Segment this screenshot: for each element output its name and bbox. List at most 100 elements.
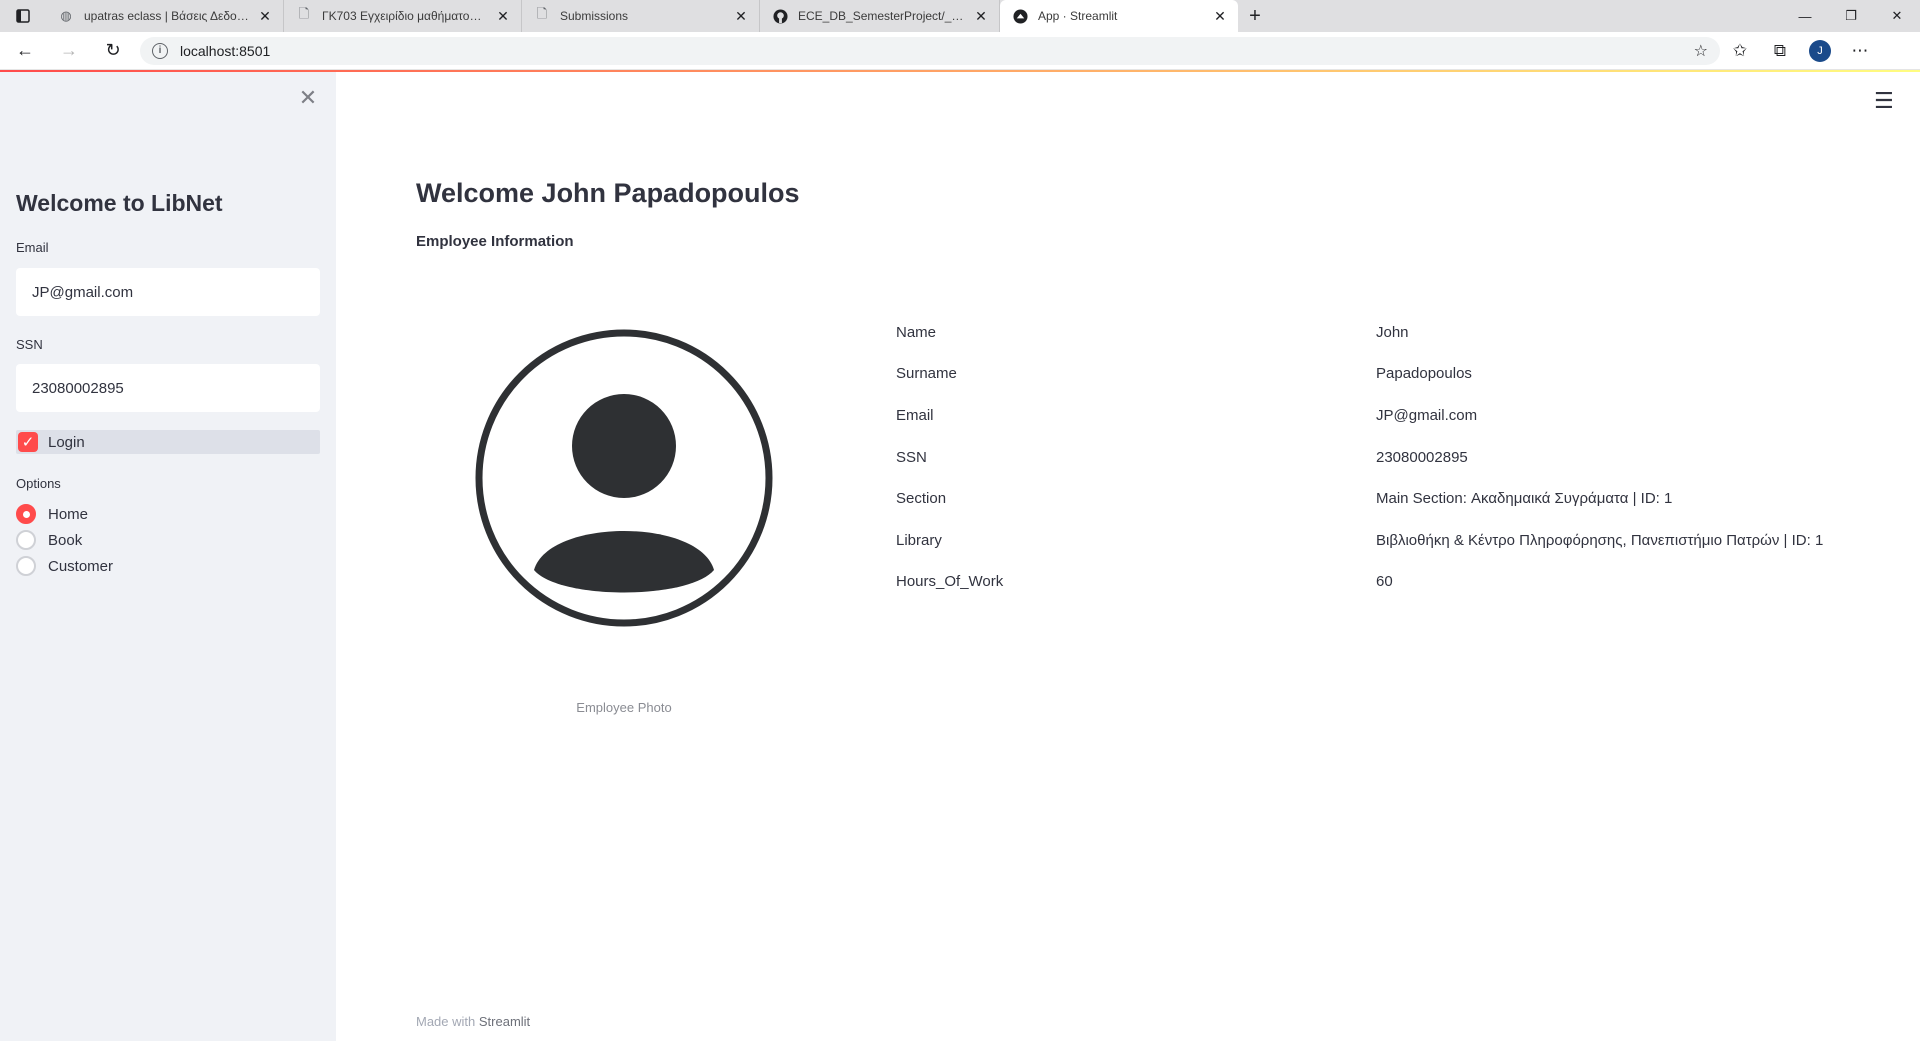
radio-label: Book xyxy=(48,531,83,549)
info-row-name: Name John xyxy=(896,324,1896,346)
sidebar: ✕ Welcome to LibNet Email SSN ✓ Login Op… xyxy=(0,72,336,1041)
main-menu-button[interactable]: ☰ xyxy=(1874,88,1894,114)
tab-title: App · Streamlit xyxy=(1038,9,1118,23)
browser-tab-1[interactable]: ◍ upatras eclass | Βάσεις Δεδομένων ✕ xyxy=(46,0,284,32)
radio-icon xyxy=(16,556,36,576)
sidebar-title: Welcome to LibNet xyxy=(16,190,223,216)
info-key: Section xyxy=(896,490,947,507)
tab-title: ΓΚ703 Εγχειρίδιο μαθήματος 2022 xyxy=(322,9,487,23)
checkmark-icon: ✓ xyxy=(18,432,38,452)
minimize-button[interactable]: — xyxy=(1782,0,1828,32)
more-icon: ⋯ xyxy=(1851,40,1869,60)
page-title: Welcome John Papadopoulos xyxy=(416,178,800,208)
new-tab-button[interactable]: + xyxy=(1238,0,1272,32)
close-window-button[interactable]: ✕ xyxy=(1874,0,1920,32)
login-checkbox[interactable]: ✓ Login xyxy=(16,430,320,454)
browser-tab-5-active[interactable]: App · Streamlit ✕ xyxy=(1000,0,1238,32)
restore-button[interactable]: ❐ xyxy=(1828,0,1874,32)
browser-tab-3[interactable]: 🗋 Submissions ✕ xyxy=(522,0,760,32)
info-row-library: Library Βιβλιοθήκη & Κέντρο Πληροφόρησης… xyxy=(896,532,1896,554)
ssn-label: SSN xyxy=(16,337,43,352)
footer: Made with Streamlit xyxy=(416,1014,530,1029)
radio-option-home[interactable]: Home xyxy=(16,504,88,524)
plus-icon: + xyxy=(1249,4,1261,27)
tab-title: Submissions xyxy=(560,9,629,23)
window-controls: — ❐ ✕ xyxy=(1782,0,1920,32)
info-row-surname: Surname Papadopoulos xyxy=(896,365,1896,387)
radio-option-customer[interactable]: Customer xyxy=(16,556,113,576)
login-label: Login xyxy=(48,433,85,451)
section-subtitle: Employee Information xyxy=(416,233,574,250)
minimize-icon: — xyxy=(1798,8,1812,24)
hamburger-icon: ☰ xyxy=(1874,88,1894,113)
info-key: Surname xyxy=(896,365,957,382)
options-label: Options xyxy=(16,476,61,491)
info-value: 60 xyxy=(1376,573,1393,590)
close-icon[interactable]: ✕ xyxy=(733,8,749,24)
github-icon xyxy=(772,8,788,24)
radio-label: Customer xyxy=(48,557,114,575)
radio-option-book[interactable]: Book xyxy=(16,530,82,550)
more-button[interactable]: ⋯ xyxy=(1840,35,1880,67)
restore-icon: ❐ xyxy=(1845,8,1857,23)
photo-caption: Employee Photo xyxy=(576,700,672,715)
info-key: SSN xyxy=(896,449,927,466)
profile-button[interactable]: J xyxy=(1800,35,1840,67)
page-icon: 🗋 xyxy=(536,6,548,21)
streamlit-link[interactable]: Streamlit xyxy=(479,1014,530,1029)
radio-icon xyxy=(16,530,36,550)
favorites-icon: ✩ xyxy=(1732,40,1748,60)
info-row-hours-of-work: Hours_Of_Work 60 xyxy=(896,573,1896,595)
reload-button[interactable]: ↻ xyxy=(94,35,132,67)
info-row-ssn: SSN 23080002895 xyxy=(896,449,1896,471)
info-value: John xyxy=(1376,324,1409,341)
radio-selected-icon xyxy=(16,504,36,524)
close-sidebar-button[interactable]: ✕ xyxy=(296,86,320,110)
email-field[interactable] xyxy=(16,268,320,316)
tab-actions-button[interactable] xyxy=(0,0,46,32)
back-button[interactable]: ← xyxy=(6,35,44,67)
info-value: JP@gmail.com xyxy=(1376,407,1478,424)
info-key: Hours_Of_Work xyxy=(896,573,1004,590)
avatar: J xyxy=(1809,39,1831,62)
close-icon[interactable]: ✕ xyxy=(495,8,511,24)
browser-toolbar: ← → ↻ i localhost:8501 ☆ ✩ ⧉ J ⋯ xyxy=(0,32,1920,70)
info-key: Name xyxy=(896,324,937,341)
url-text[interactable]: localhost:8501 xyxy=(180,43,270,59)
close-icon: ✕ xyxy=(298,85,318,110)
streamlit-icon xyxy=(1012,8,1028,24)
arrow-right-icon: → xyxy=(60,40,78,60)
collections-icon: ⧉ xyxy=(1773,40,1787,60)
page-icon: 🗋 xyxy=(298,6,310,21)
employee-photo-user-icon xyxy=(475,329,773,627)
browser-tab-4[interactable]: ECE_DB_SemesterProject/_docs at ✕ xyxy=(760,0,1000,32)
arrow-left-icon: ← xyxy=(16,40,34,60)
footer-prefix: Made with xyxy=(416,1014,476,1029)
address-bar[interactable]: i localhost:8501 ☆ xyxy=(140,36,1720,65)
ssn-field[interactable] xyxy=(16,364,320,412)
close-icon[interactable]: ✕ xyxy=(1212,8,1228,24)
radio-label: Home xyxy=(48,505,89,523)
close-icon[interactable]: ✕ xyxy=(257,8,273,24)
tab-title: ECE_DB_SemesterProject/_docs at xyxy=(798,9,965,23)
globe-icon: ◍ xyxy=(60,8,72,23)
info-key: Email xyxy=(896,407,934,424)
favorites-button[interactable]: ✩ xyxy=(1720,35,1760,67)
browser-tab-2[interactable]: 🗋 ΓΚ703 Εγχειρίδιο μαθήματος 2022 ✕ xyxy=(284,0,522,32)
tab-actions-icon xyxy=(16,9,30,23)
info-row-section: Section Main Section: Ακαδημαικά Συγράμα… xyxy=(896,490,1896,512)
close-icon: ✕ xyxy=(1891,8,1903,23)
forward-button[interactable]: → xyxy=(50,35,88,67)
info-icon[interactable]: i xyxy=(152,42,168,59)
reload-icon: ↻ xyxy=(105,40,121,60)
info-value: 23080002895 xyxy=(1376,449,1468,466)
close-icon[interactable]: ✕ xyxy=(973,8,989,24)
add-favorite-icon[interactable]: ☆ xyxy=(1694,41,1708,61)
info-row-email: Email JP@gmail.com xyxy=(896,407,1896,429)
info-value: Main Section: Ακαδημαικά Συγράματα | ID:… xyxy=(1376,490,1673,507)
info-value: Papadopoulos xyxy=(1376,365,1472,382)
tab-title: upatras eclass | Βάσεις Δεδομένων xyxy=(84,9,249,23)
browser-tab-bar: ◍ upatras eclass | Βάσεις Δεδομένων ✕ 🗋 … xyxy=(0,0,1920,32)
info-key: Library xyxy=(896,532,942,549)
collections-button[interactable]: ⧉ xyxy=(1760,35,1800,67)
